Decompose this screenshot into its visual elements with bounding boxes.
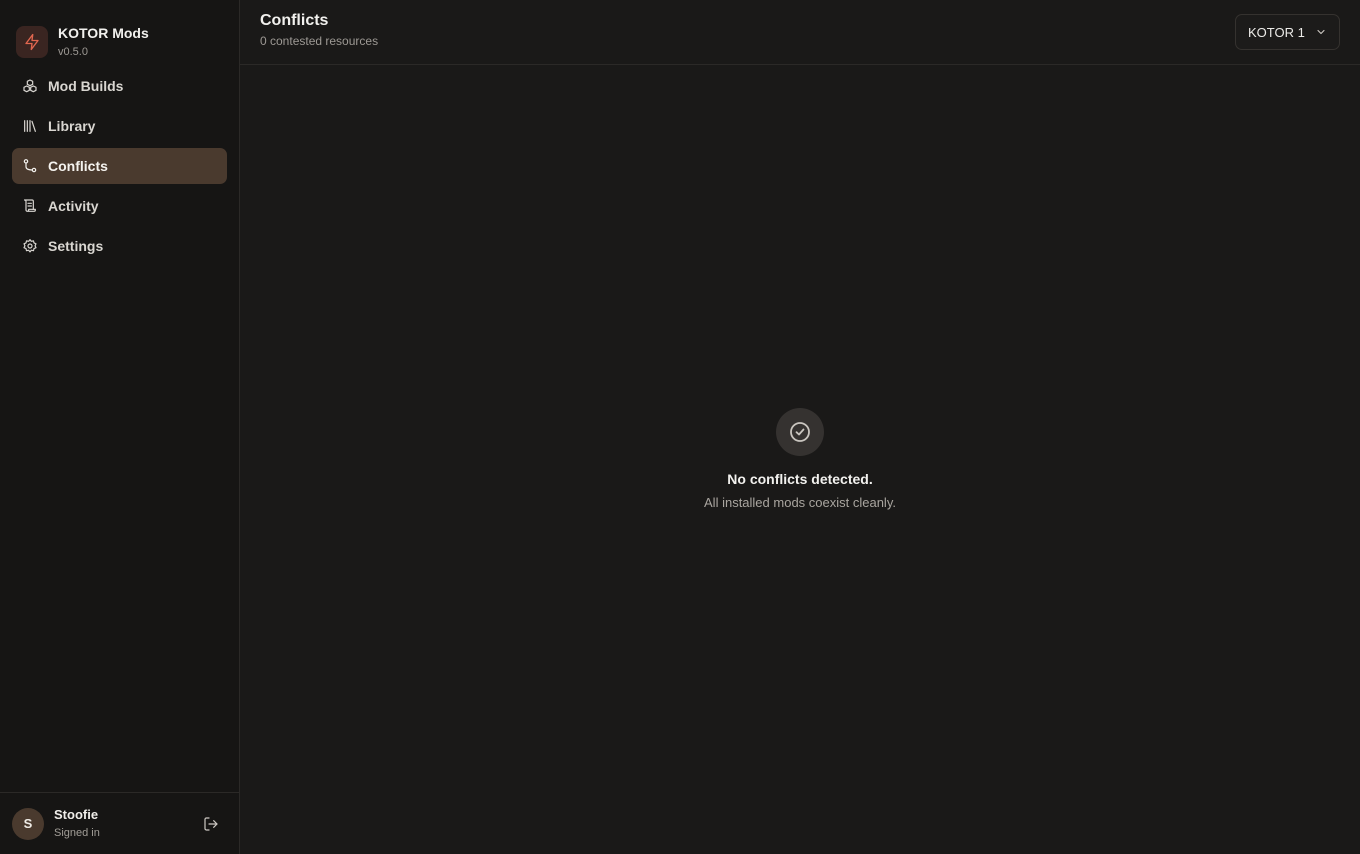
sidebar-item-label: Activity: [48, 198, 99, 214]
chevron-down-icon: [1315, 26, 1327, 38]
sidebar-item-settings[interactable]: Settings: [12, 228, 227, 264]
logout-icon: [203, 816, 219, 832]
sidebar-item-label: Conflicts: [48, 158, 108, 174]
boxes-icon: [22, 78, 38, 94]
sidebar-item-label: Library: [48, 118, 96, 134]
empty-state: No conflicts detected. All installed mod…: [240, 408, 1360, 512]
sidebar-item-library[interactable]: Library: [12, 108, 227, 144]
main-panel: Conflicts 0 contested resources KOTOR 1: [240, 0, 1360, 854]
gear-icon: [22, 238, 38, 254]
sidebar: KOTOR Mods v0.5.0 Mod Builds Library Con…: [0, 0, 240, 854]
page-title: Conflicts: [260, 12, 329, 29]
empty-state-title: No conflicts detected.: [727, 471, 873, 487]
user-status: Signed in: [54, 826, 100, 839]
game-select-value: KOTOR 1: [1248, 24, 1305, 40]
brand: KOTOR Mods v0.5.0: [0, 0, 239, 66]
user-panel: S Stoofie Signed in: [0, 792, 239, 854]
sidebar-item-label: Settings: [48, 238, 104, 254]
page-subtitle: 0 contested resources: [260, 34, 379, 48]
logout-button[interactable]: [199, 812, 223, 836]
sidebar-nav: Mod Builds Library Conflicts Activity Se…: [0, 66, 239, 268]
app-version: v0.5.0: [58, 45, 88, 58]
sidebar-item-label: Mod Builds: [48, 78, 124, 94]
sidebar-item-activity[interactable]: Activity: [12, 188, 227, 224]
sidebar-item-mod-builds[interactable]: Mod Builds: [12, 68, 227, 104]
empty-state-message: All installed mods coexist cleanly.: [704, 495, 896, 510]
sidebar-item-conflicts[interactable]: Conflicts: [12, 148, 227, 184]
game-select[interactable]: KOTOR 1: [1235, 14, 1340, 50]
user-name: Stoofie: [54, 806, 99, 822]
avatar: S: [12, 807, 44, 840]
page-header: Conflicts 0 contested resources KOTOR 1: [240, 0, 1360, 65]
app-window: KOTOR Mods v0.5.0 Mod Builds Library Con…: [0, 0, 1360, 854]
scroll-icon: [22, 198, 38, 214]
check-circle-icon: [776, 408, 824, 456]
content-area: No conflicts detected. All installed mod…: [240, 65, 1360, 854]
library-icon: [22, 118, 38, 134]
app-title: KOTOR Mods: [58, 24, 149, 41]
git-branch-icon: [22, 158, 38, 174]
lightning-bolt-icon: [16, 26, 48, 58]
